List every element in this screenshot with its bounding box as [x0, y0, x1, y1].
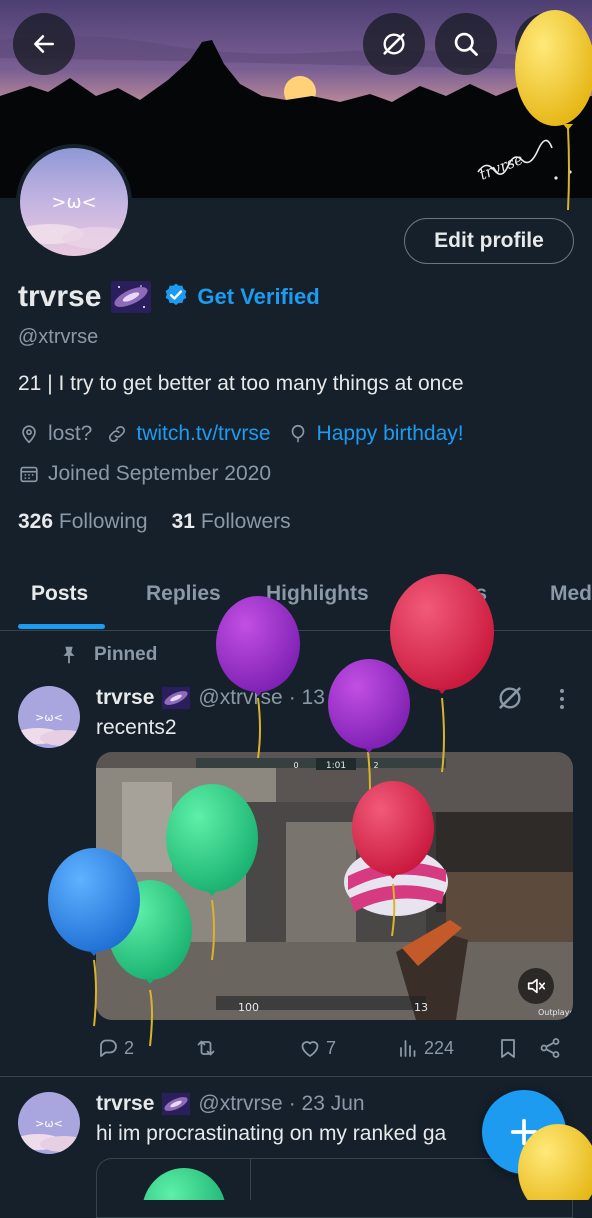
repost-button[interactable]	[194, 1036, 222, 1060]
profile-tabs: Posts Replies Highlights Articles Media	[0, 572, 592, 631]
profile-location: lost?	[48, 422, 93, 445]
pin-icon	[63, 646, 75, 664]
search-button[interactable]	[435, 13, 497, 75]
link-icon	[109, 425, 126, 443]
plus-icon	[510, 1118, 538, 1146]
post-author-handle[interactable]: @xtrvrse	[198, 1092, 282, 1116]
compose-button[interactable]	[482, 1090, 566, 1174]
views-icon	[400, 1040, 416, 1057]
pinned-label: Pinned	[94, 644, 158, 665]
share-button[interactable]	[538, 1036, 562, 1060]
post-avatar-text: >ω<	[35, 711, 63, 724]
grok-post-icon[interactable]	[496, 684, 524, 712]
tab-posts[interactable]: Posts	[31, 582, 88, 606]
verified-badge-icon[interactable]	[163, 282, 189, 313]
profile-website-link[interactable]: twitch.tv/trvrse	[136, 422, 270, 446]
post-divider	[0, 1076, 592, 1077]
tab-articles[interactable]: Articles	[410, 582, 487, 606]
share-icon	[540, 1038, 560, 1058]
like-icon	[301, 1041, 319, 1057]
post-author-name[interactable]: trvrse	[96, 1092, 154, 1116]
galaxy-emoji-icon	[162, 1092, 191, 1116]
profile-bio: 21 | I try to get better at too many thi…	[18, 372, 464, 395]
post-video[interactable]: 1:01 0 2 100 13 Outplayed	[96, 752, 573, 1020]
followers-label: Followers	[200, 510, 291, 533]
video-hud-health: 100	[238, 1001, 259, 1014]
active-tab-indicator	[18, 624, 105, 629]
profile-handle: @xtrvrse	[18, 326, 99, 348]
tab-highlights[interactable]: Highlights	[266, 582, 369, 606]
reply-button[interactable]: 2	[96, 1036, 134, 1060]
video-score-left: 0	[293, 761, 298, 770]
post-more-icon[interactable]	[552, 688, 572, 710]
like-count: 7	[326, 1037, 337, 1058]
post-author-name[interactable]: trvrse	[96, 686, 154, 710]
following-label: Following	[58, 510, 148, 533]
grok-off-icon	[383, 33, 405, 55]
post-text: hi im procrastinating on my ranked ga	[96, 1122, 447, 1145]
avatar-face-text: >ω<	[51, 192, 96, 213]
video-round-timer: 1:01	[326, 761, 346, 771]
views-count: 224	[424, 1037, 455, 1058]
video-watermark: Outplayed	[538, 1008, 573, 1017]
post-text: recents2	[96, 716, 177, 739]
galaxy-emoji-icon	[111, 281, 152, 313]
post-avatar[interactable]: >ω<	[18, 1092, 80, 1154]
video-hud-ammo: 13	[414, 1001, 428, 1014]
mute-button[interactable]	[518, 968, 554, 1004]
get-verified-link[interactable]: Get Verified	[197, 284, 319, 310]
like-button[interactable]: 7	[298, 1036, 336, 1060]
profile-avatar[interactable]: >ω<	[16, 144, 132, 260]
tab-media[interactable]: Media	[550, 582, 592, 606]
galaxy-emoji-icon	[162, 686, 191, 710]
post-actions: 2 7 224	[96, 1036, 566, 1064]
post-date[interactable]: · 23 Jun	[289, 1092, 365, 1116]
post-avatar[interactable]: >ω<	[18, 686, 80, 748]
birthday-link[interactable]: Happy birthday!	[317, 422, 464, 446]
media-grid-divider	[250, 1158, 251, 1200]
pinned-indicator: Pinned	[58, 644, 157, 666]
repost-icon	[197, 1040, 215, 1056]
back-icon	[34, 35, 54, 53]
bookmark-button[interactable]	[496, 1036, 520, 1060]
muted-speaker-icon	[527, 978, 546, 994]
post-date[interactable]: · 13 Dec 24	[289, 686, 398, 710]
post-author-handle[interactable]: @xtrvrse	[198, 686, 282, 710]
more-button[interactable]	[515, 13, 577, 75]
tab-replies[interactable]: Replies	[146, 582, 221, 606]
grok-button[interactable]	[363, 13, 425, 75]
followers-link[interactable]: 31 Followers	[172, 510, 291, 534]
calendar-icon	[20, 466, 38, 483]
location-icon	[22, 425, 36, 444]
reply-count: 2	[124, 1037, 135, 1058]
display-name: trvrse	[18, 280, 102, 313]
views-button[interactable]: 224	[396, 1036, 454, 1060]
following-count: 326	[18, 510, 54, 533]
video-score-right: 2	[373, 761, 378, 770]
back-button[interactable]	[13, 13, 75, 75]
post-avatar-text: >ω<	[35, 1117, 63, 1130]
followers-count: 31	[171, 510, 195, 533]
reply-icon	[100, 1039, 117, 1057]
balloon-icon	[291, 424, 304, 443]
following-link[interactable]: 326 Following	[18, 510, 148, 534]
bookmark-icon	[501, 1039, 515, 1058]
more-icon	[543, 34, 549, 54]
edit-profile-button[interactable]: Edit profile	[404, 218, 574, 264]
search-icon	[454, 32, 478, 56]
joined-date: Joined September 2020	[48, 462, 271, 485]
